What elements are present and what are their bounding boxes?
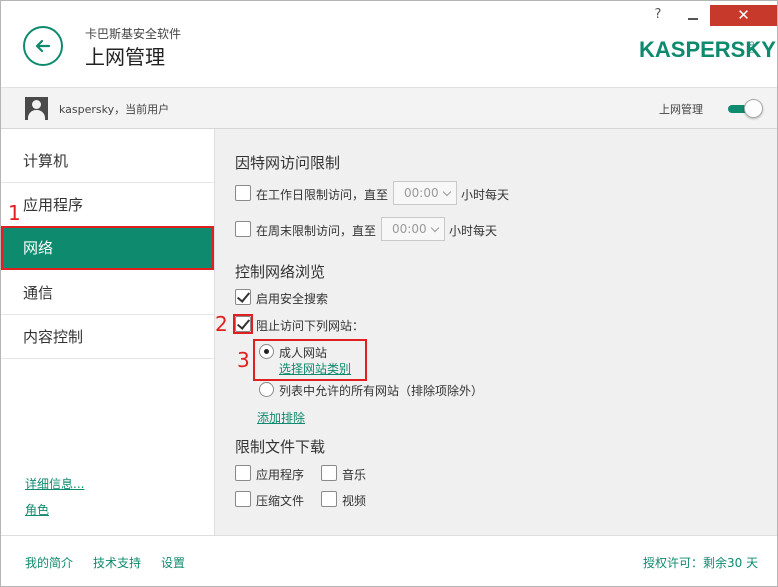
weekend-limit-label: 在周末限制访问，直至 — [256, 224, 377, 238]
allowlist-label: 列表中允许的所有网站（排除项除外） — [279, 384, 484, 398]
sidebar-item-applications[interactable]: 应用程序 — [1, 183, 214, 227]
apps-download-checkbox[interactable] — [235, 465, 251, 481]
minimize-button[interactable] — [682, 7, 704, 25]
parental-control-toggle-label: 上网管理 — [659, 103, 703, 116]
allowlist-radio[interactable] — [259, 382, 274, 397]
downloads-title: 限制文件下载 — [235, 438, 326, 456]
video-download-checkbox[interactable] — [321, 491, 337, 507]
sidebar-item-communication[interactable]: 通信 — [1, 271, 214, 315]
weekday-limit-checkbox[interactable] — [235, 185, 251, 201]
weekend-time-select[interactable]: 00:00 — [381, 217, 445, 241]
support-link[interactable]: 技术支持 — [93, 554, 141, 571]
settings-link[interactable]: 设置 — [161, 554, 185, 571]
weekend-limit-checkbox[interactable] — [235, 221, 251, 237]
annotation-marker-3: 3 — [237, 348, 250, 372]
highlight-box-2 — [233, 314, 253, 334]
weekday-time-value: 00:00 — [404, 186, 439, 200]
app-name: 卡巴斯基安全软件 — [85, 27, 182, 41]
parental-control-toggle[interactable] — [728, 99, 764, 119]
avatar-body-shape — [28, 110, 45, 120]
weekday-time-select[interactable]: 00:00 — [393, 181, 457, 205]
footer: 我的简介 技术支持 设置 授权许可：剩余30 天 — [1, 535, 777, 586]
weekday-limit-label: 在工作日限制访问，直至 — [256, 188, 389, 202]
select-categories-link[interactable]: 选择网站类别 — [279, 360, 351, 377]
sidebar-item-computer[interactable]: 计算机 — [1, 139, 214, 183]
main-panel: 因特网访问限制 在工作日限制访问，直至 00:00 小时每天 在周末限制访问，直… — [215, 129, 777, 535]
annotation-marker-1: 1 — [8, 201, 21, 225]
block-sites-label: 阻止访问下列网站： — [256, 319, 365, 333]
adult-sites-label: 成人网站 — [279, 346, 328, 360]
music-download-checkbox[interactable] — [321, 465, 337, 481]
video-download-label: 视频 — [342, 494, 367, 508]
page-title: 上网管理 — [85, 45, 165, 69]
adult-sites-radio[interactable] — [259, 344, 274, 359]
sidebar-item-content-control[interactable]: 内容控制 — [1, 315, 214, 359]
current-user-text: kaspersky，当前用户 — [59, 103, 170, 116]
weekend-time-value: 00:00 — [392, 222, 427, 236]
details-link[interactable]: 详细信息... — [25, 475, 84, 492]
toggle-knob — [744, 99, 763, 118]
help-button[interactable]: ? — [649, 7, 667, 25]
arrow-left-icon — [35, 39, 51, 53]
safe-search-label: 启用安全搜索 — [256, 292, 329, 306]
archives-download-checkbox[interactable] — [235, 491, 251, 507]
browsing-control-title: 控制网络浏览 — [235, 263, 326, 281]
chevron-down-icon — [442, 187, 452, 197]
apps-download-label: 应用程序 — [256, 468, 305, 482]
avatar-head-shape — [32, 100, 41, 109]
user-bar: kaspersky，当前用户 上网管理 — [1, 87, 777, 129]
safe-search-checkbox[interactable] — [235, 289, 251, 305]
archives-download-label: 压缩文件 — [256, 494, 305, 508]
header: 卡巴斯基安全软件 上网管理 ? ✕ KASPERSKY lab — [1, 1, 777, 87]
app-window: 卡巴斯基安全软件 上网管理 ? ✕ KASPERSKY lab kaspersk… — [0, 0, 778, 587]
annotation-marker-2: 2 — [215, 312, 228, 336]
avatar — [25, 97, 48, 120]
my-profile-link[interactable]: 我的简介 — [25, 554, 73, 571]
weekday-suffix: 小时每天 — [461, 188, 510, 202]
add-exclusion-link[interactable]: 添加排除 — [257, 409, 305, 426]
internet-access-title: 因特网访问限制 — [235, 154, 341, 172]
chevron-down-icon — [430, 223, 440, 233]
weekend-suffix: 小时每天 — [449, 224, 498, 238]
logo-lab-text: lab — [747, 41, 756, 54]
close-button[interactable]: ✕ — [710, 5, 777, 26]
sidebar: 计算机 应用程序 网络 通信 内容控制 详细信息... 角色 — [1, 129, 215, 535]
music-download-label: 音乐 — [342, 468, 367, 482]
back-button[interactable] — [23, 26, 63, 66]
roles-link[interactable]: 角色 — [25, 501, 49, 518]
license-link[interactable]: 授权许可：剩余30 天 — [643, 554, 758, 571]
sidebar-item-network[interactable]: 网络 — [1, 226, 214, 270]
